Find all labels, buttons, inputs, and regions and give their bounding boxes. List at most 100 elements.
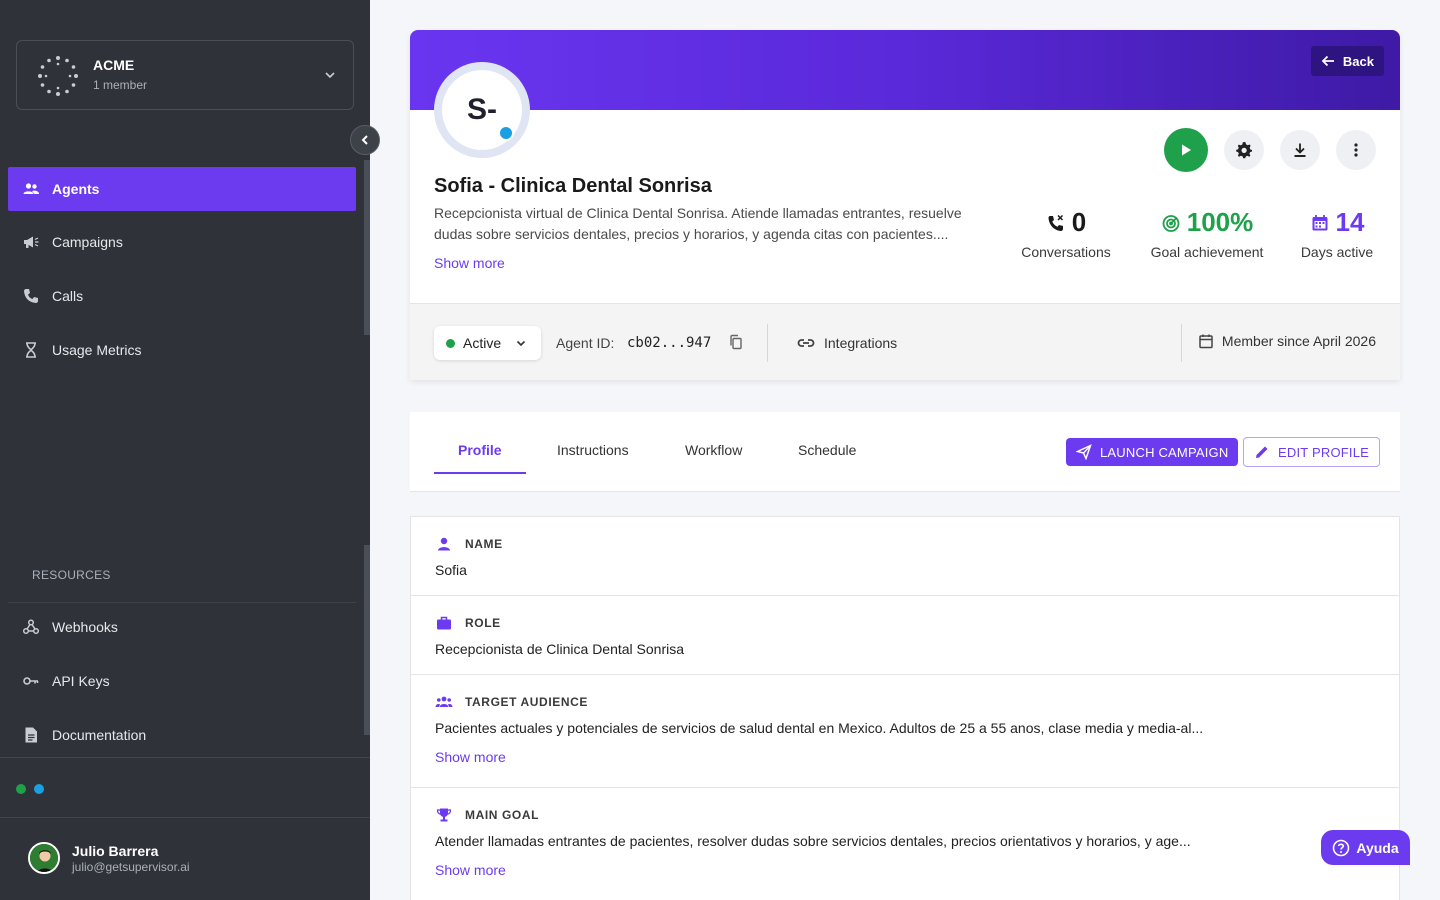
link-icon — [797, 339, 815, 347]
resources-section-label: RESOURCES — [32, 568, 111, 582]
webhook-icon — [22, 618, 40, 636]
person-icon — [435, 535, 453, 553]
status-dot-blue — [34, 784, 44, 794]
field-header: NAME — [435, 535, 503, 553]
phone-call-icon — [1048, 214, 1063, 231]
profile-tabs-bar: Profile Instructions Workflow Schedule L… — [410, 412, 1400, 492]
back-button[interactable]: Back — [1310, 46, 1384, 76]
settings-button[interactable] — [1224, 130, 1264, 170]
active-tab-indicator — [434, 472, 526, 474]
stat-conversations: 0 Conversations — [1016, 207, 1116, 260]
stat-goal-achievement: 100% Goal achievement — [1148, 207, 1266, 260]
hourglass-icon — [22, 341, 40, 359]
field-label: MAIN GOAL — [465, 808, 540, 822]
sidebar-item-documentation[interactable]: Documentation — [8, 713, 356, 757]
sidebar-item-campaigns[interactable]: Campaigns — [8, 220, 356, 264]
launch-campaign-button[interactable]: LAUNCH CAMPAIGN — [1066, 438, 1239, 466]
tab-profile[interactable]: Profile — [458, 442, 502, 458]
more-vertical-icon — [1354, 143, 1358, 157]
sidebar-scrollbar[interactable] — [364, 160, 370, 740]
gear-icon — [1236, 142, 1252, 159]
scrollbar-thumb-secondary[interactable] — [364, 545, 370, 735]
goal-achievement-label: Goal achievement — [1150, 244, 1264, 260]
divider — [8, 602, 356, 603]
field-header: TARGET AUDIENCE — [435, 693, 588, 711]
field-label: NAME — [465, 537, 503, 551]
chevron-left-icon — [361, 135, 368, 145]
more-options-button[interactable] — [1336, 130, 1376, 170]
status-dot — [446, 338, 455, 348]
key-icon — [22, 672, 40, 690]
agent-id-label: Agent ID: — [556, 335, 615, 351]
group-icon — [435, 693, 453, 711]
avatar — [28, 842, 60, 874]
field-value: Recepcionista de Clinica Dental Sonrisa — [435, 641, 685, 657]
download-button[interactable] — [1280, 130, 1320, 170]
field-role: ROLE Recepcionista de Clinica Dental Son… — [411, 596, 1399, 675]
org-members: 1 member — [93, 78, 148, 92]
divider — [767, 324, 768, 362]
user-email: julio@getsupervisor.ai — [72, 860, 190, 874]
stat-value-row: 0 — [1016, 207, 1116, 238]
help-circle-icon — [1333, 839, 1350, 856]
calendar-outline-icon — [1199, 334, 1213, 349]
sidebar-item-label: Documentation — [52, 727, 147, 743]
pencil-icon — [1256, 446, 1268, 458]
field-header: ROLE — [435, 614, 501, 632]
scrollbar-thumb[interactable] — [364, 160, 370, 335]
sidebar-item-label: Usage Metrics — [52, 342, 142, 358]
tab-workflow[interactable]: Workflow — [685, 442, 742, 458]
field-value: Atender llamadas entrantes de pacientes,… — [435, 833, 1191, 849]
status-indicators — [0, 757, 370, 818]
show-more-link[interactable]: Show more — [435, 749, 506, 765]
sidebar-item-label: Campaigns — [52, 234, 123, 250]
back-label: Back — [1342, 53, 1374, 69]
tab-schedule[interactable]: Schedule — [798, 442, 856, 458]
sidebar-item-api-keys[interactable]: API Keys — [8, 659, 356, 703]
play-button[interactable] — [1164, 128, 1208, 172]
edit-profile-button[interactable]: EDIT PROFILE — [1243, 437, 1381, 467]
member-since: Member since April 2026 — [1198, 333, 1376, 349]
status-dropdown[interactable]: Active — [434, 326, 542, 360]
arrow-left-icon — [1321, 55, 1334, 67]
sidebar-item-agents[interactable]: Agents — [8, 167, 356, 211]
collapse-sidebar-button[interactable] — [350, 125, 380, 155]
agent-banner — [410, 30, 1400, 110]
sidebar-item-label: Calls — [52, 288, 84, 304]
copy-icon[interactable] — [728, 334, 744, 350]
sidebar-item-label: Agents — [52, 181, 100, 197]
launch-campaign-label: LAUNCH CAMPAIGN — [1100, 444, 1229, 460]
days-active-value: 14 — [1335, 207, 1365, 237]
send-icon — [1076, 444, 1092, 460]
show-more-link[interactable]: Show more — [435, 862, 506, 878]
play-icon — [1182, 144, 1191, 156]
sidebar: ACME 1 member Agents Campaigns Calls Usa… — [0, 0, 380, 900]
org-switcher[interactable]: ACME 1 member — [16, 40, 354, 110]
profile-fields: NAME Sofia ROLE Recepcionista de Clinica… — [410, 516, 1400, 900]
calendar-icon — [1312, 214, 1328, 230]
field-header: MAIN GOAL — [435, 806, 539, 824]
agent-meta-bar: Active Agent ID: cb02...947 Integrations… — [410, 303, 1400, 380]
agent-title: Sofia - Clinica Dental Sonrisa — [434, 175, 712, 197]
integrations-label: Integrations — [824, 335, 898, 351]
field-value: Sofia — [435, 562, 467, 578]
field-main-goal: MAIN GOAL Atender llamadas entrantes de … — [411, 788, 1399, 900]
tab-instructions[interactable]: Instructions — [557, 442, 629, 458]
member-since-label: Member since April 2026 — [1221, 333, 1376, 349]
field-name: NAME Sofia — [411, 517, 1399, 596]
conversations-value: 0 — [1071, 207, 1087, 237]
integrations-link[interactable]: Integrations — [796, 333, 897, 353]
sidebar-item-calls[interactable]: Calls — [8, 274, 356, 318]
show-more-link[interactable]: Show more — [434, 255, 505, 271]
status-dot-green — [16, 784, 26, 794]
briefcase-icon — [435, 614, 453, 632]
sidebar-item-usage-metrics[interactable]: Usage Metrics — [8, 328, 356, 372]
download-icon — [1294, 143, 1306, 157]
target-icon — [1162, 214, 1180, 232]
stat-value-row: 100% — [1148, 207, 1266, 238]
help-button[interactable]: Ayuda — [1321, 830, 1410, 865]
sidebar-item-webhooks[interactable]: Webhooks — [8, 605, 356, 649]
user-profile[interactable]: Julio Barrera julio@getsupervisor.ai — [0, 818, 370, 900]
stat-value-row: 14 — [1298, 207, 1376, 238]
people-icon — [22, 180, 40, 198]
